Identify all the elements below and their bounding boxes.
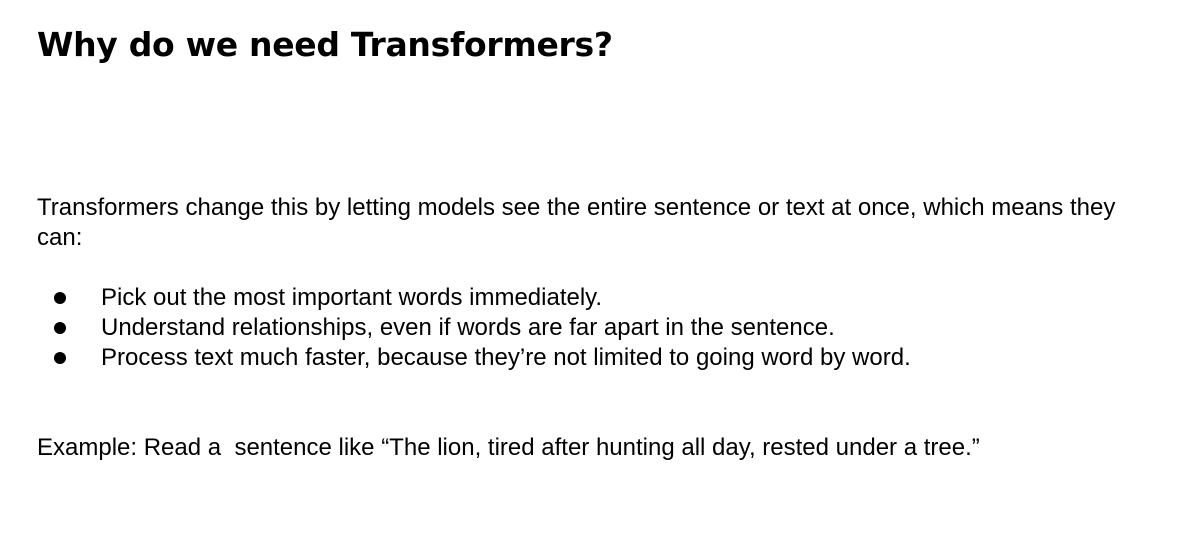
bullet-item: Process text much faster, because they’r… (37, 343, 1167, 373)
bullet-dot-icon (54, 352, 66, 364)
bullet-text: Process text much faster, because they’r… (101, 344, 911, 371)
bullet-dot-icon (54, 292, 66, 304)
intro-paragraph: Transformers change this by letting mode… (37, 194, 1116, 251)
bullet-text: Understand relationships, even if words … (101, 314, 835, 341)
slide: Why do we need Transformers? Transformer… (0, 0, 1203, 552)
bullet-dot-icon (54, 322, 66, 334)
bullet-item: Understand relationships, even if words … (37, 313, 1167, 343)
bullet-list: Pick out the most important words immedi… (37, 283, 1167, 373)
example-paragraph: Example: Read a sentence like “The lion,… (37, 434, 980, 461)
bullet-item: Pick out the most important words immedi… (37, 283, 1167, 313)
bullet-text: Pick out the most important words immedi… (101, 284, 603, 311)
slide-title: Why do we need Transformers? (37, 25, 613, 64)
